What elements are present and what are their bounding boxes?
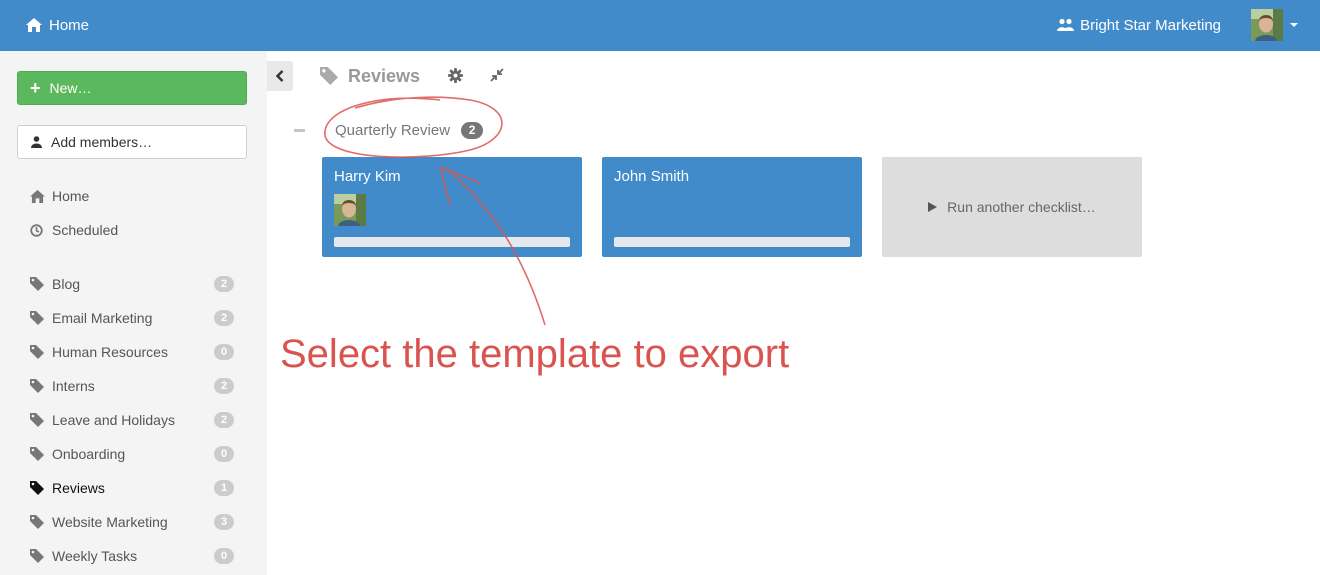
tag-icon xyxy=(30,514,46,530)
plus-icon: + xyxy=(30,78,41,98)
annotation-text: Select the template to export xyxy=(280,332,790,376)
user-icon xyxy=(31,136,42,148)
tag-icon xyxy=(30,548,46,564)
sidebar-tag-weekly-tasks[interactable]: Weekly Tasks 0 xyxy=(30,546,240,566)
avatar xyxy=(1251,9,1283,41)
sidebar-tag-website-marketing[interactable]: Website Marketing 3 xyxy=(30,512,240,532)
clock-icon xyxy=(30,222,46,238)
sidebar-tag-human-resources[interactable]: Human Resources 0 xyxy=(30,342,240,362)
tag-icon xyxy=(30,480,46,496)
home-icon xyxy=(30,188,46,204)
count-badge: 0 xyxy=(214,548,234,564)
sidebar: + New… Add members… Home Scheduled Blog … xyxy=(0,51,267,575)
top-home-label: Home xyxy=(49,16,90,34)
gear-icon xyxy=(447,67,463,83)
sidebar-item-home[interactable]: Home xyxy=(30,186,240,206)
settings-button[interactable] xyxy=(446,66,464,84)
count-badge: 2 xyxy=(461,121,484,139)
sidebar-tag-interns[interactable]: Interns 2 xyxy=(30,376,240,396)
new-button-label: New… xyxy=(49,80,92,96)
checklist-section: Quarterly Review 2 xyxy=(294,118,484,142)
count-badge: 1 xyxy=(214,480,234,496)
user-menu[interactable] xyxy=(1251,9,1298,41)
count-badge: 0 xyxy=(214,446,234,462)
run-another-checklist-button[interactable]: Run another checklist… xyxy=(882,157,1142,257)
count-badge: 3 xyxy=(214,514,234,530)
sidebar-tag-label: Weekly Tasks xyxy=(52,548,138,564)
top-home-link[interactable]: Home xyxy=(26,16,89,34)
add-members-button[interactable]: Add members… xyxy=(17,125,247,159)
sidebar-tag-blog[interactable]: Blog 2 xyxy=(30,274,240,294)
count-badge: 0 xyxy=(214,344,234,360)
avatar xyxy=(334,194,366,226)
sidebar-tag-reviews[interactable]: Reviews 1 xyxy=(30,478,240,498)
sidebar-item-label: Home xyxy=(52,188,90,204)
organization-link[interactable]: Bright Star Marketing xyxy=(1057,16,1221,34)
new-button[interactable]: + New… xyxy=(17,71,247,105)
template-title[interactable]: Quarterly Review xyxy=(335,122,450,139)
tag-icon xyxy=(30,446,46,462)
sidebar-tag-label: Email Marketing xyxy=(52,310,153,326)
compress-icon xyxy=(490,68,504,82)
sidebar-tag-label: Onboarding xyxy=(52,446,126,462)
sidebar-tag-label: Website Marketing xyxy=(52,514,168,530)
collapse-section-toggle[interactable] xyxy=(294,128,305,132)
count-badge: 2 xyxy=(214,276,234,292)
tag-icon xyxy=(30,310,46,326)
count-badge: 2 xyxy=(214,310,234,326)
sidebar-tag-label: Human Resources xyxy=(52,344,168,360)
progress-bar xyxy=(334,237,570,247)
count-badge: 2 xyxy=(214,378,234,394)
sidebar-tag-label: Leave and Holidays xyxy=(52,412,175,428)
sidebar-tag-label: Reviews xyxy=(52,480,105,496)
chevron-left-icon xyxy=(276,70,284,82)
compress-button[interactable] xyxy=(488,66,506,84)
sidebar-tag-label: Interns xyxy=(52,378,95,394)
count-badge: 2 xyxy=(214,412,234,428)
checklist-card-harry-kim[interactable]: Harry Kim xyxy=(322,157,582,257)
add-members-label: Add members… xyxy=(51,134,153,150)
sidebar-tag-email-marketing[interactable]: Email Marketing 2 xyxy=(30,308,240,328)
checklist-card-name: Harry Kim xyxy=(334,168,401,185)
checklist-card-name: John Smith xyxy=(614,168,690,185)
collapse-sidebar-button[interactable] xyxy=(267,61,293,91)
tag-icon xyxy=(30,412,46,428)
tag-icon xyxy=(30,378,46,394)
tag-icon xyxy=(30,276,46,292)
chevron-down-icon xyxy=(1290,23,1298,27)
home-icon xyxy=(26,18,42,32)
sidebar-tag-label: Blog xyxy=(52,276,81,292)
sidebar-tag-leave-and-holidays[interactable]: Leave and Holidays 2 xyxy=(30,410,240,430)
page-title: Reviews xyxy=(348,65,421,86)
page-header: Reviews xyxy=(320,64,420,88)
top-navbar: Home Bright Star Marketing xyxy=(0,0,1320,51)
tag-icon xyxy=(320,67,338,85)
sidebar-item-label: Scheduled xyxy=(52,222,119,238)
users-icon xyxy=(1057,18,1075,31)
run-another-label: Run another checklist… xyxy=(947,199,1096,215)
progress-bar xyxy=(614,237,850,247)
tag-icon xyxy=(30,344,46,360)
sidebar-item-scheduled[interactable]: Scheduled xyxy=(30,220,240,240)
checklist-card-john-smith[interactable]: John Smith xyxy=(602,157,862,257)
play-icon xyxy=(928,202,938,212)
organization-name: Bright Star Marketing xyxy=(1080,16,1221,34)
sidebar-tag-onboarding[interactable]: Onboarding 0 xyxy=(30,444,240,464)
